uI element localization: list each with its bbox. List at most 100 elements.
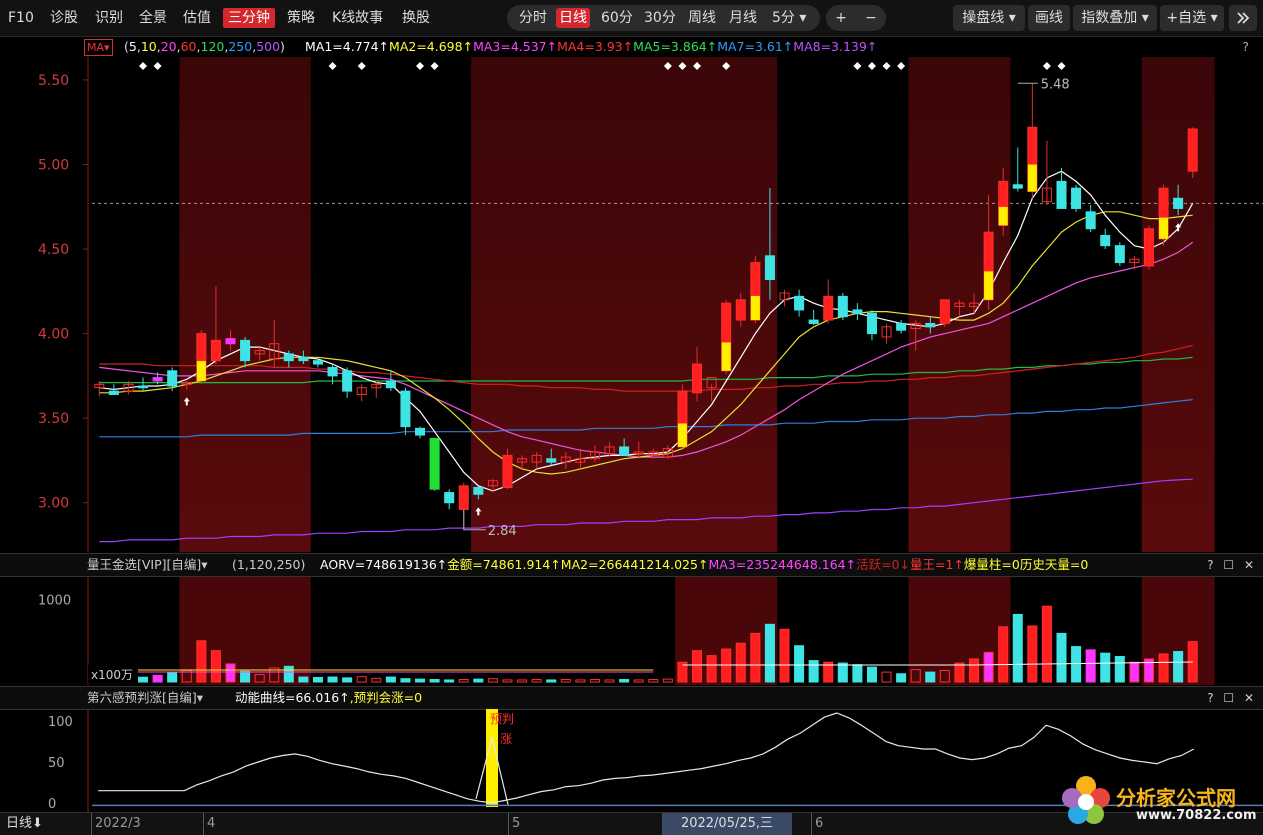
volume-value: MA2=266441214.025↑ [560, 557, 709, 572]
signal-diamond-icon [328, 62, 337, 70]
volume-bar [1041, 605, 1052, 683]
menu-identify[interactable]: 识别 [95, 8, 123, 28]
candle-body [400, 390, 411, 428]
ma-param: 120 [200, 39, 225, 54]
volume-bar [1100, 652, 1111, 683]
help-icon[interactable]: ? [1242, 37, 1249, 57]
zoom-in-button[interactable]: + [826, 5, 856, 31]
menu-valuation[interactable]: 估值 [183, 8, 211, 28]
period-60min[interactable]: 60分 [601, 8, 633, 28]
low-price-label: 2.84 [488, 524, 517, 539]
period-5min[interactable]: 5分 ▾ [772, 8, 806, 28]
period-switch[interactable]: 日线⬇ [6, 813, 43, 835]
volume-bar [196, 640, 207, 683]
pane-controls[interactable]: ? ☐ ✕ [1207, 554, 1257, 576]
period-monthly[interactable]: 月线 [729, 8, 757, 28]
trading-line-label: 操盘线 [962, 10, 1005, 26]
volume-bar [794, 645, 805, 683]
signal-diamond-icon [1042, 62, 1051, 70]
momentum-axis-label: 50 [48, 756, 65, 771]
volume-indicator-title[interactable]: 量王金选[VIP][自编]▾ [87, 554, 208, 576]
menu-f10[interactable]: F10 [8, 8, 34, 28]
collapse-icon[interactable] [1229, 5, 1257, 31]
volume-bar [473, 678, 484, 683]
menu-three-minutes[interactable]: 三分钟 [223, 8, 275, 28]
volume-bar [648, 679, 659, 683]
watermark-title: 分析家公式网 [1116, 786, 1236, 810]
volume-bar [808, 660, 819, 683]
volume-unit-label: x100万 [91, 668, 133, 682]
menu-switch-stock[interactable]: 换股 [402, 8, 430, 28]
ma-value: MA1=4.774↑ [305, 39, 390, 54]
candle-body [866, 312, 877, 335]
menu-strategy[interactable]: 策略 [287, 8, 315, 28]
candle-body [939, 299, 950, 324]
volume-bar [312, 676, 323, 683]
volume-bar [706, 655, 717, 683]
predict-rise-label: 涨 [500, 731, 512, 746]
volume-bar [837, 662, 848, 683]
volume-bar [866, 666, 877, 683]
period-intraday[interactable]: 分时 [519, 8, 547, 28]
add-watchlist-dropdown[interactable]: +自选 ▾ [1160, 5, 1224, 31]
volume-bar [881, 671, 892, 683]
candle-body [152, 377, 163, 382]
volume-bar [152, 674, 163, 683]
ma-value: MA5=3.864↑ [633, 39, 718, 54]
chevron-down-icon: ▾ [1008, 10, 1016, 26]
price-axis-label: 5.50 [38, 73, 69, 89]
menu-panorama[interactable]: 全景 [139, 8, 167, 28]
volume-bar [619, 679, 630, 683]
period-30min[interactable]: 30分 [644, 8, 676, 28]
ma-param: 5 [128, 39, 137, 54]
signal-diamond-icon [139, 62, 148, 70]
draw-line-button[interactable]: 画线 [1028, 5, 1070, 31]
arrow-down-icon: ⬇ [32, 816, 43, 831]
ma-selector[interactable]: MA▾ [84, 39, 113, 56]
period-selector: 分时 日线 60分 30分 周线 月线 5分 ▾ [507, 5, 820, 31]
trading-line-dropdown[interactable]: 操盘线 ▾ [953, 5, 1025, 31]
period-daily[interactable]: 日线 [556, 8, 590, 28]
volume-value: 量王=1↑ [910, 557, 964, 572]
candle-body [167, 370, 178, 387]
candle-body [1085, 211, 1096, 230]
candle-body [312, 360, 323, 365]
watermark-url: www.70822.com [1136, 808, 1257, 823]
volume-pane[interactable]: 1000 x100万 [0, 577, 1263, 685]
volume-bar [750, 632, 761, 683]
menu-kline-story[interactable]: K线故事 [332, 8, 383, 28]
volume-chart[interactable]: 1000 x100万 [0, 577, 1263, 685]
menu-diagnose[interactable]: 诊股 [50, 8, 78, 28]
price-chart-pane[interactable]: 5.50 5.00 4.50 4.00 3.50 3.00 5.48 2.84 [0, 57, 1263, 552]
pane-controls[interactable]: ? ☐ ✕ [1207, 687, 1257, 709]
signal-diamond-icon [882, 62, 891, 70]
date-tick: 4 [203, 813, 215, 835]
volume-bar [662, 678, 673, 683]
sixth-sense-indicator-title[interactable]: 第六感预判涨[自编]▾ [87, 687, 203, 709]
period-weekly[interactable]: 周线 [688, 8, 716, 28]
signal-diamond-icon [897, 62, 906, 70]
candle-body [794, 295, 805, 311]
volume-bar [589, 679, 600, 683]
candle-body [444, 492, 455, 504]
price-chart[interactable]: 5.50 5.00 4.50 4.00 3.50 3.00 5.48 2.84 [0, 57, 1263, 552]
signal-diamond-icon [853, 62, 862, 70]
volume-bar [400, 678, 411, 683]
volume-bar [1129, 661, 1140, 683]
volume-bar [925, 671, 936, 683]
volume-bar [983, 651, 994, 683]
volume-bar [1027, 625, 1038, 683]
ma-value: MA2=4.698↑ [389, 39, 474, 54]
price-axis-label: 4.00 [38, 327, 69, 343]
volume-bar [210, 650, 221, 683]
ma-param: 250 [228, 39, 253, 54]
candle-body [619, 446, 630, 456]
index-overlay-dropdown[interactable]: 指数叠加 ▾ [1073, 5, 1157, 31]
price-axis-label: 3.50 [38, 411, 69, 427]
candle-body [502, 454, 513, 488]
candle-body [429, 437, 440, 490]
candle-highlight [677, 423, 687, 447]
zoom-out-button[interactable]: − [856, 5, 886, 31]
volume-value: 金额=74861.914↑ [447, 557, 561, 572]
candle-body [385, 380, 396, 389]
